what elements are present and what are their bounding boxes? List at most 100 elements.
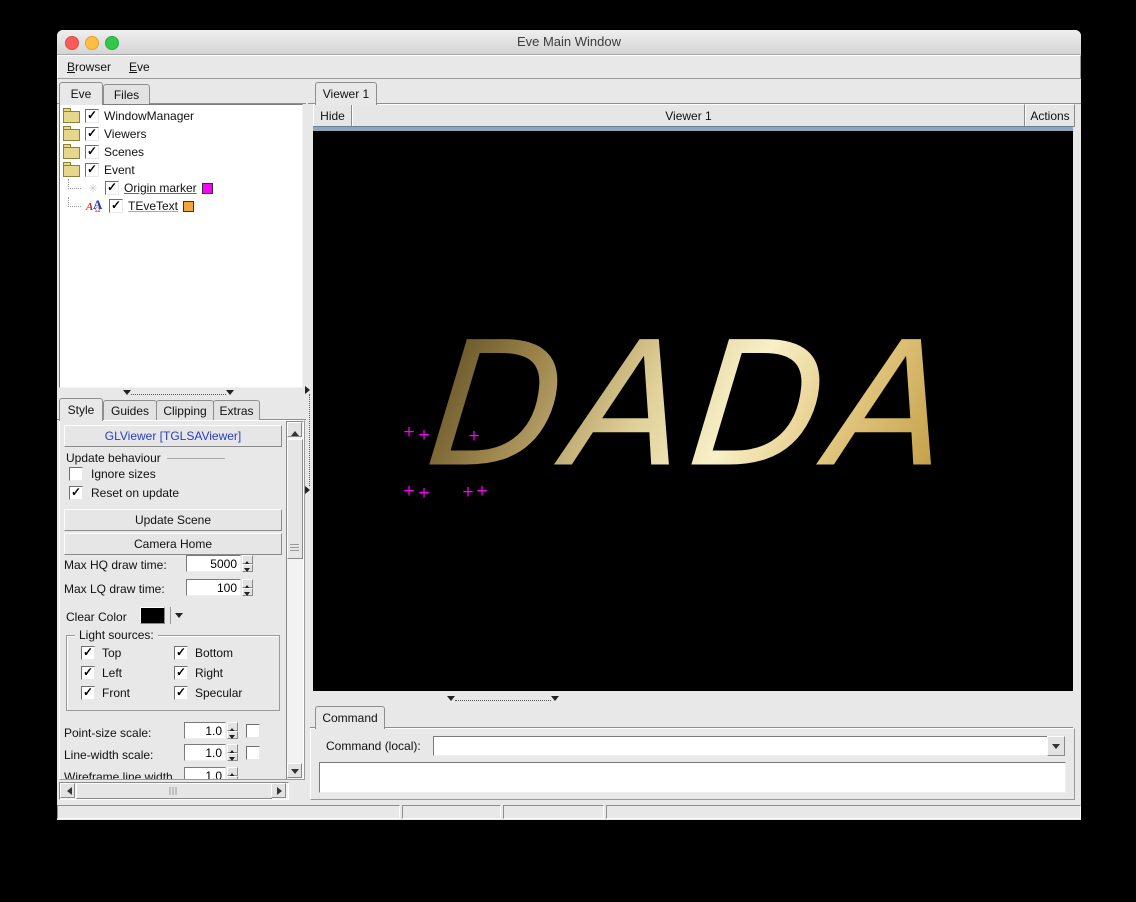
tree-connector (68, 179, 81, 189)
tab-extras-label: Extras (219, 404, 253, 418)
style-panel: GLViewer [TGLSAViewer] Update behaviour … (59, 420, 305, 780)
tab-clipping[interactable]: Clipping (156, 400, 214, 420)
glviewer-header-button[interactable]: GLViewer [TGLSAViewer] (64, 425, 282, 447)
light-left-checkbox[interactable] (81, 666, 95, 680)
command-dropdown-button[interactable] (1047, 736, 1065, 756)
menu-browser[interactable]: Browser (58, 60, 120, 74)
scene-tree: WindowManager Viewers Scenes Event ✳ Ori… (59, 104, 303, 388)
scroll-up-button[interactable] (287, 422, 302, 437)
tree-checkbox[interactable] (85, 145, 99, 159)
clear-color-swatch[interactable] (140, 607, 165, 624)
vertical-splitter[interactable] (305, 386, 313, 494)
statusbar-cell (402, 805, 501, 819)
tree-item-label[interactable]: Viewers (104, 127, 146, 141)
tree-checkbox[interactable] (85, 109, 99, 123)
command-output[interactable] (319, 762, 1066, 793)
update-scene-button[interactable]: Update Scene (64, 509, 282, 531)
wireframe-label: Wireframe line width (64, 770, 173, 780)
splitter-dots (131, 394, 226, 395)
folder-icon (63, 111, 80, 123)
color-swatch[interactable] (183, 201, 194, 212)
point-size-spinner[interactable] (227, 722, 238, 739)
command-panel: Command (local): (310, 728, 1075, 800)
color-swatch[interactable] (202, 183, 213, 194)
tree-item-label[interactable]: Scenes (104, 145, 144, 159)
light-bottom-label: Bottom (195, 646, 233, 660)
tree-row-viewers[interactable]: Viewers (63, 125, 302, 143)
scroll-thumb[interactable] (287, 439, 303, 559)
titlebar[interactable]: Eve Main Window (57, 30, 1081, 55)
clear-color-dropdown[interactable] (170, 607, 185, 624)
line-width-input[interactable] (184, 744, 226, 761)
hide-button[interactable]: Hide (313, 104, 352, 127)
line-width-checkbox[interactable] (246, 746, 260, 760)
tree-row-origin-marker[interactable]: ✳ Origin marker (63, 179, 302, 197)
light-right-checkbox[interactable] (174, 666, 188, 680)
chevron-down-icon (175, 613, 183, 622)
scroll-right-button[interactable] (271, 783, 286, 798)
tree-item-label[interactable]: Origin marker (124, 181, 197, 195)
max-hq-spinner[interactable] (242, 555, 253, 572)
splitter-arrow-down-icon (226, 390, 234, 399)
tree-item-label[interactable]: TEveText (128, 199, 178, 213)
reset-on-update-checkbox[interactable] (69, 486, 83, 500)
tree-row-tevetext[interactable]: Ω TEveText (63, 197, 302, 215)
sidebar-horizontal-scrollbar[interactable] (59, 782, 289, 800)
tree-row-event[interactable]: Event (63, 161, 302, 179)
command-input[interactable] (433, 736, 1053, 756)
clear-color-label: Clear Color (66, 610, 127, 624)
tab-files[interactable]: Files (103, 84, 150, 104)
tab-command[interactable]: Command (315, 706, 385, 729)
tab-guides[interactable]: Guides (103, 400, 157, 420)
camera-home-button[interactable]: Camera Home (64, 533, 282, 555)
tab-eve[interactable]: Eve (59, 82, 103, 105)
tree-item-label[interactable]: Event (104, 163, 135, 177)
light-bottom-checkbox[interactable] (174, 646, 188, 660)
tree-row-windowmanager[interactable]: WindowManager (63, 107, 302, 125)
reset-on-update-label: Reset on update (91, 486, 179, 500)
ignore-sizes-label: Ignore sizes (91, 467, 156, 481)
max-lq-input[interactable] (186, 579, 241, 596)
tree-checkbox[interactable] (85, 127, 99, 141)
tab-viewer-1[interactable]: Viewer 1 (315, 82, 377, 105)
scroll-thumb[interactable] (76, 783, 272, 799)
menu-eve[interactable]: Eve (120, 60, 159, 74)
horizontal-splitter[interactable] (123, 390, 234, 399)
scroll-left-button[interactable] (60, 783, 75, 798)
point-size-checkbox[interactable] (246, 724, 260, 738)
light-front-checkbox[interactable] (81, 686, 95, 700)
scroll-grip (290, 544, 299, 551)
tree-checkbox[interactable] (105, 181, 119, 195)
tree-checkbox[interactable] (85, 163, 99, 177)
actions-button[interactable]: Actions (1025, 104, 1075, 127)
tree-checkbox[interactable] (109, 199, 123, 213)
light-front-row: Front (81, 686, 130, 700)
viewer-title-bar[interactable]: Viewer 1 (352, 104, 1025, 127)
tab-extras[interactable]: Extras (213, 400, 260, 420)
scene-marker: + (418, 428, 431, 443)
scroll-down-button[interactable] (287, 763, 302, 778)
wireframe-input[interactable] (184, 767, 226, 780)
max-lq-spinner[interactable] (242, 579, 253, 596)
update-behaviour-label: Update behaviour (66, 451, 161, 465)
point-size-label: Point-size scale: (64, 726, 151, 740)
scroll-grip (170, 787, 179, 795)
gl-viewport[interactable]: DADA +++++++ (313, 131, 1073, 691)
tree-item-label[interactable]: WindowManager (104, 109, 194, 123)
light-top-checkbox[interactable] (81, 646, 95, 660)
tab-style[interactable]: Style (59, 398, 103, 421)
glviewer-header-label: GLViewer [TGLSAViewer] (105, 429, 242, 443)
tab-clipping-label: Clipping (163, 404, 206, 418)
style-vertical-scrollbar[interactable] (286, 421, 304, 780)
folder-icon (63, 147, 80, 159)
ignore-sizes-checkbox[interactable] (69, 467, 83, 481)
wireframe-spinner[interactable] (227, 767, 238, 780)
tree-row-scenes[interactable]: Scenes (63, 143, 302, 161)
max-hq-input[interactable] (186, 555, 241, 572)
text-icon: Ω (86, 199, 104, 214)
light-specular-checkbox[interactable] (174, 686, 188, 700)
line-width-spinner[interactable] (227, 744, 238, 761)
command-splitter[interactable] (447, 696, 559, 705)
tab-style-label: Style (68, 403, 95, 417)
point-size-input[interactable] (184, 722, 226, 739)
